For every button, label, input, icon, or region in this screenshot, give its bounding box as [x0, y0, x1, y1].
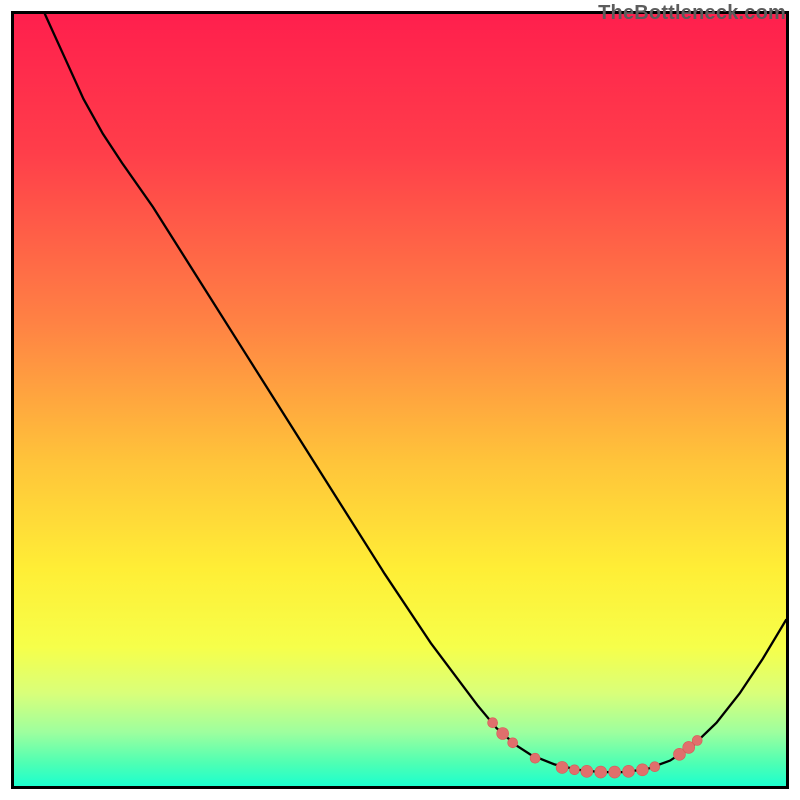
chart-svg [14, 14, 786, 786]
watermark-text: TheBottleneck.com [598, 2, 786, 25]
chart-background-gradient [14, 14, 786, 786]
data-marker [530, 753, 540, 763]
data-marker [595, 766, 607, 778]
data-marker [556, 761, 568, 773]
chart-plot-area [11, 11, 789, 789]
data-marker [623, 765, 635, 777]
data-marker [650, 762, 660, 772]
data-marker [581, 765, 593, 777]
data-marker [569, 765, 579, 775]
data-marker [609, 766, 621, 778]
data-marker [692, 735, 702, 745]
data-marker [508, 738, 518, 748]
data-marker [488, 718, 498, 728]
data-marker [497, 728, 509, 740]
chart-stage: TheBottleneck.com [0, 0, 800, 800]
data-marker [636, 764, 648, 776]
